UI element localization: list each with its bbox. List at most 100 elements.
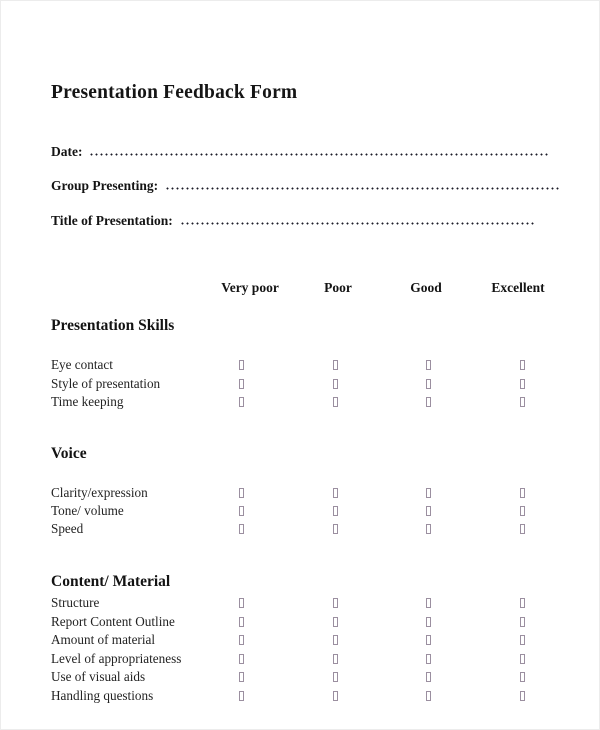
rating-checkbox-very-poor[interactable] bbox=[236, 667, 246, 686]
field-date-label: Date: bbox=[51, 144, 83, 159]
checkbox-icon bbox=[238, 617, 244, 628]
checkbox-icon bbox=[238, 524, 244, 535]
rating-checkbox-excellent[interactable] bbox=[517, 612, 527, 631]
checkbox-icon bbox=[425, 379, 431, 390]
rating-checkbox-excellent[interactable] bbox=[517, 501, 527, 520]
rating-checkbox-excellent[interactable] bbox=[517, 667, 527, 686]
checkbox-icon bbox=[238, 598, 244, 609]
checkbox-icon bbox=[519, 506, 525, 517]
rating-checkbox-poor[interactable] bbox=[330, 392, 340, 411]
rating-checkbox-good[interactable] bbox=[423, 686, 433, 705]
criteria-label: Time keeping bbox=[51, 394, 124, 409]
checkbox-icon bbox=[425, 691, 431, 702]
rating-checkbox-poor[interactable] bbox=[330, 667, 340, 686]
rating-checkbox-very-poor[interactable] bbox=[236, 630, 246, 649]
rating-checkbox-poor[interactable] bbox=[330, 593, 340, 612]
field-date-input[interactable] bbox=[89, 143, 550, 156]
rating-checkbox-excellent[interactable] bbox=[517, 630, 527, 649]
rating-checkbox-poor[interactable] bbox=[330, 686, 340, 705]
checkbox-icon bbox=[425, 598, 431, 609]
rating-checkbox-poor[interactable] bbox=[330, 612, 340, 631]
rating-checkbox-good[interactable] bbox=[423, 593, 433, 612]
section-heading-content-material: Content/ Material bbox=[51, 573, 171, 590]
criteria-row: Amount of material bbox=[1, 630, 599, 649]
rating-checkbox-good[interactable] bbox=[423, 501, 433, 520]
checkbox-icon bbox=[238, 360, 244, 371]
rating-checkbox-very-poor[interactable] bbox=[236, 686, 246, 705]
checkbox-icon bbox=[519, 654, 525, 665]
rating-checkbox-very-poor[interactable] bbox=[236, 355, 246, 374]
rating-checkbox-very-poor[interactable] bbox=[236, 612, 246, 631]
rating-header-good: Good bbox=[410, 280, 442, 295]
criteria-row: Tone/ volume bbox=[1, 501, 599, 520]
criteria-row: Structure bbox=[1, 593, 599, 612]
checkbox-icon bbox=[519, 672, 525, 683]
checkbox-icon bbox=[519, 360, 525, 371]
rating-checkbox-very-poor[interactable] bbox=[236, 519, 246, 538]
criteria-label: Level of appropriateness bbox=[51, 651, 182, 666]
criteria-row: Eye contact bbox=[1, 355, 599, 374]
checkbox-icon bbox=[425, 360, 431, 371]
rating-checkbox-good[interactable] bbox=[423, 630, 433, 649]
rating-checkbox-poor[interactable] bbox=[330, 355, 340, 374]
rating-checkbox-poor[interactable] bbox=[330, 630, 340, 649]
rating-checkbox-excellent[interactable] bbox=[517, 374, 527, 393]
rating-checkbox-excellent[interactable] bbox=[517, 593, 527, 612]
rating-checkbox-excellent[interactable] bbox=[517, 483, 527, 502]
checkbox-icon bbox=[238, 654, 244, 665]
criteria-label: Amount of material bbox=[51, 632, 156, 647]
rating-checkbox-good[interactable] bbox=[423, 519, 433, 538]
rating-checkbox-good[interactable] bbox=[423, 612, 433, 631]
field-group-presenting: Group Presenting: bbox=[51, 177, 561, 194]
checkbox-icon bbox=[519, 488, 525, 499]
checkbox-icon bbox=[332, 506, 338, 517]
rating-checkbox-very-poor[interactable] bbox=[236, 501, 246, 520]
criteria-row: Report Content Outline bbox=[1, 612, 599, 631]
rating-checkbox-excellent[interactable] bbox=[517, 519, 527, 538]
rating-checkbox-good[interactable] bbox=[423, 374, 433, 393]
rating-checkbox-excellent[interactable] bbox=[517, 686, 527, 705]
checkbox-icon bbox=[425, 524, 431, 535]
criteria-row: Style of presentation bbox=[1, 374, 599, 393]
rating-checkbox-very-poor[interactable] bbox=[236, 649, 246, 668]
rating-checkbox-good[interactable] bbox=[423, 667, 433, 686]
checkbox-icon bbox=[425, 617, 431, 628]
criteria-row: Use of visual aids bbox=[1, 667, 599, 686]
checkbox-icon bbox=[332, 397, 338, 408]
rating-checkbox-poor[interactable] bbox=[330, 501, 340, 520]
checkbox-icon bbox=[238, 488, 244, 499]
checkbox-icon bbox=[425, 635, 431, 646]
section-heading-voice: Voice bbox=[51, 445, 87, 462]
rating-checkbox-poor[interactable] bbox=[330, 649, 340, 668]
criteria-label: Tone/ volume bbox=[51, 503, 124, 518]
checkbox-icon bbox=[332, 488, 338, 499]
field-group-presenting-input[interactable] bbox=[165, 177, 561, 190]
rating-checkbox-poor[interactable] bbox=[330, 519, 340, 538]
rating-checkbox-good[interactable] bbox=[423, 355, 433, 374]
checkbox-icon bbox=[425, 654, 431, 665]
rating-checkbox-poor[interactable] bbox=[330, 374, 340, 393]
checkbox-icon bbox=[425, 488, 431, 499]
checkbox-icon bbox=[332, 360, 338, 371]
rating-checkbox-very-poor[interactable] bbox=[236, 374, 246, 393]
feedback-form-page: Presentation Feedback Form Date: Group P… bbox=[0, 0, 600, 730]
rating-checkbox-good[interactable] bbox=[423, 392, 433, 411]
rating-checkbox-excellent[interactable] bbox=[517, 392, 527, 411]
field-title-of-presentation-input[interactable] bbox=[179, 212, 535, 225]
criteria-label: Report Content Outline bbox=[51, 614, 175, 629]
rating-checkbox-excellent[interactable] bbox=[517, 355, 527, 374]
rating-checkbox-very-poor[interactable] bbox=[236, 593, 246, 612]
rating-checkbox-very-poor[interactable] bbox=[236, 483, 246, 502]
rating-checkbox-very-poor[interactable] bbox=[236, 392, 246, 411]
criteria-label: Structure bbox=[51, 595, 100, 610]
rating-checkbox-good[interactable] bbox=[423, 649, 433, 668]
checkbox-icon bbox=[332, 635, 338, 646]
checkbox-icon bbox=[519, 635, 525, 646]
field-title-of-presentation: Title of Presentation: bbox=[51, 212, 535, 229]
rating-checkbox-excellent[interactable] bbox=[517, 649, 527, 668]
rating-checkbox-good[interactable] bbox=[423, 483, 433, 502]
field-group-presenting-label: Group Presenting: bbox=[51, 178, 159, 193]
rating-checkbox-poor[interactable] bbox=[330, 483, 340, 502]
criteria-row: Speed bbox=[1, 519, 599, 538]
checkbox-icon bbox=[425, 506, 431, 517]
